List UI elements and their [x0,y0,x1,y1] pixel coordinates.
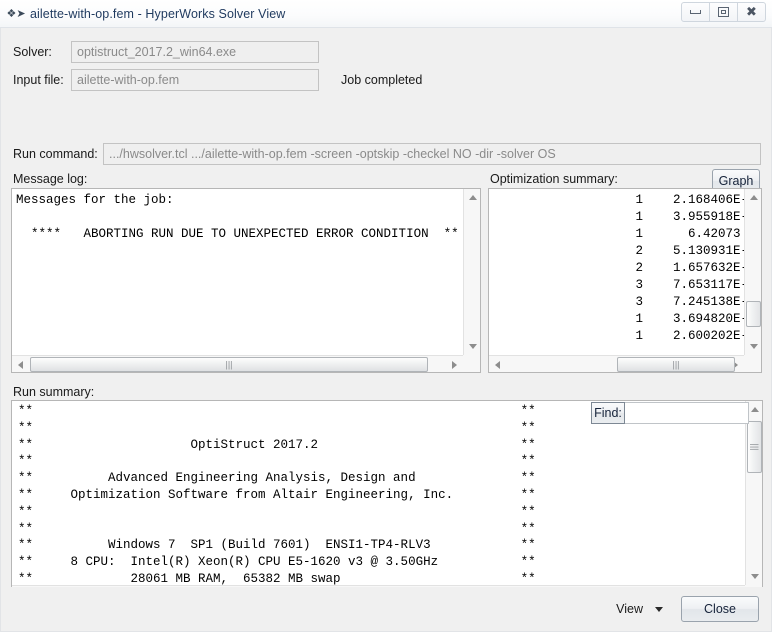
run-summary-vscroll-thumb[interactable]: ||| [747,421,762,473]
solver-row: Solver: optistruct_2017.2_win64.exe [13,40,761,64]
optimization-summary-scroll-left-button[interactable] [489,356,506,372]
run-summary-vscrollbar[interactable]: ||| [745,401,762,585]
message-log-vscrollbar[interactable] [463,189,480,355]
window-title: ailette-with-op.fem - HyperWorks Solver … [30,7,286,21]
optimization-summary-text: 1 2.168406E- 1 3.955918E- 1 6.42073 2 5.… [635,193,744,343]
message-log-scroll-corner [463,355,480,372]
chevron-up-icon [468,195,477,200]
message-log-label: Message log: [13,172,88,186]
optimization-summary-scroll-up-button[interactable] [745,189,761,206]
input-file-field[interactable]: ailette-with-op.fem [71,69,319,91]
run-summary-scroll-down-button[interactable] [746,568,762,585]
chevron-up-icon [750,407,759,412]
input-file-label: Input file: [13,73,64,87]
message-log-hscrollbar[interactable]: ||| [12,355,463,372]
chevron-down-icon [655,606,663,612]
minimize-button[interactable] [681,2,710,22]
message-log-scroll-up-button[interactable] [464,189,480,206]
message-log-scroll-left-button[interactable] [12,356,29,372]
solver-label: Solver: [13,45,52,59]
optimization-summary-label: Optimization summary: [490,172,618,186]
chevron-down-icon [749,344,758,349]
find-button[interactable]: Find: [591,402,625,424]
chevron-right-icon [452,360,457,369]
title-bar: ❖➤ ailette-with-op.fem - HyperWorks Solv… [0,0,772,28]
find-bar: Find: [591,402,749,424]
optimization-summary-hscrollbar[interactable]: ||| [489,355,744,372]
optimization-summary-scroll-down-button[interactable] [745,338,761,355]
job-status-text: Job completed [341,73,423,87]
run-command-label: Run command: [13,147,98,161]
view-menu-button[interactable]: View [616,602,663,616]
optimization-summary-panel[interactable]: 1 2.168406E- 1 3.955918E- 1 6.42073 2 5.… [488,188,762,373]
footer-bar: View Close [1,587,771,631]
close-icon: ✖ [746,4,757,20]
window-controls: ✖ [681,2,766,22]
hyperworks-app-icon: ❖➤ [6,7,26,20]
run-command-field[interactable]: .../hwsolver.tcl .../ailette-with-op.fem… [103,143,761,165]
close-dialog-button[interactable]: Close [681,596,759,622]
solver-field[interactable]: optistruct_2017.2_win64.exe [71,41,319,63]
optimization-summary-hscroll-thumb[interactable]: ||| [617,357,735,372]
optimization-summary-scroll-corner [744,355,761,372]
grip-icon: ||| [750,443,760,451]
chevron-up-icon [749,195,758,200]
maximize-button[interactable] [709,2,738,22]
run-summary-label: Run summary: [13,385,95,399]
find-input[interactable] [625,402,749,424]
solver-view-window: ❖➤ ailette-with-op.fem - HyperWorks Solv… [0,0,772,632]
minimize-icon [690,10,701,14]
maximize-icon [718,7,729,17]
run-summary-text: ** ** ** ** ** OptiStruct 2017.2 ** ** *… [18,404,536,585]
optimization-summary-vscrollbar[interactable] [744,189,761,355]
grip-icon: ||| [672,359,680,369]
view-menu-label: View [616,602,643,616]
run-command-row: Run command: .../hwsolver.tcl .../ailett… [13,142,761,166]
run-summary-panel[interactable]: ** ** ** ** ** OptiStruct 2017.2 ** ** *… [11,400,763,603]
message-log-scroll-right-button[interactable] [446,356,463,372]
chevron-down-icon [468,344,477,349]
chevron-left-icon [495,360,500,369]
input-file-row: Input file: ailette-with-op.fem Job comp… [13,68,761,92]
message-log-panel[interactable]: Messages for the job: **** ABORTING RUN … [11,188,481,373]
message-log-text: Messages for the job: **** ABORTING RUN … [16,193,459,241]
optimization-summary-vscroll-thumb[interactable] [746,301,761,327]
grip-icon: ||| [225,359,233,369]
chevron-left-icon [18,360,23,369]
close-button[interactable]: ✖ [737,2,766,22]
window-body: Solver: optistruct_2017.2_win64.exe Inpu… [0,28,772,632]
message-log-scroll-down-button[interactable] [464,338,480,355]
chevron-down-icon [750,574,759,579]
message-log-hscroll-thumb[interactable]: ||| [30,357,428,372]
